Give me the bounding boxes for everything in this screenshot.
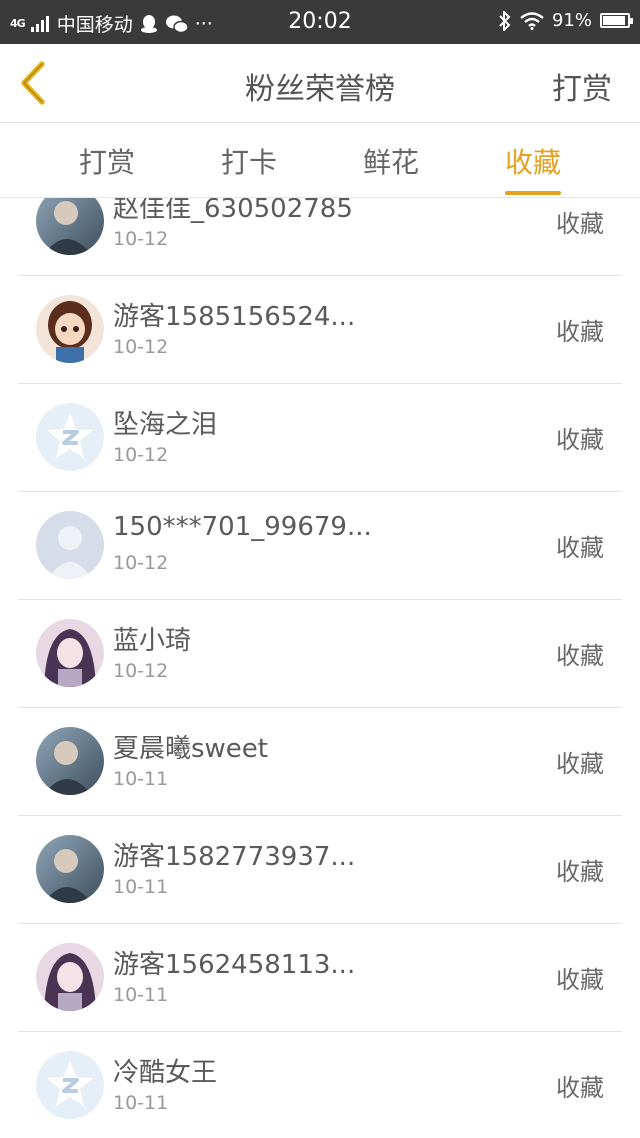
status-bar: 4G 中国移动 ··· 20:02 91% <box>0 0 640 44</box>
avatar[interactable] <box>36 511 104 579</box>
date-label: 10-12 <box>113 228 169 250</box>
action-label: 收藏 <box>556 1074 604 1102</box>
user-name: 冷酷女王 <box>113 1058 218 1088</box>
date-label: 10-11 <box>113 1092 169 1114</box>
avatar[interactable] <box>36 403 104 471</box>
tab-label: 收藏 <box>505 146 562 179</box>
date-label: 10-11 <box>113 984 169 1006</box>
navigation-header: 粉丝荣誉榜 打赏 <box>0 44 640 123</box>
date-label: 10-11 <box>113 876 169 898</box>
chevron-left-icon <box>21 61 45 105</box>
list-item[interactable]: 赵佳佳_630502785 10-12 收藏 <box>18 198 622 276</box>
user-name: 蓝小琦 <box>113 626 192 656</box>
date-label: 10-12 <box>113 336 169 358</box>
avatar[interactable] <box>36 198 104 255</box>
fan-list[interactable]: 赵佳佳_630502785 10-12 收藏 游客1585156524... 10-12… <box>0 198 640 1138</box>
user-name: 赵佳佳_630502785 <box>113 198 353 224</box>
tab-checkin[interactable]: 打卡 <box>221 141 277 181</box>
tab-reward[interactable]: 打赏 <box>79 141 135 181</box>
list-item[interactable]: 夏晨曦sweet 10-11 收藏 <box>18 708 622 816</box>
user-name: 游客1585156524... <box>113 302 356 332</box>
avatar[interactable] <box>36 1051 104 1119</box>
list-item[interactable]: 游客1562458113... 10-11 收藏 <box>18 924 622 1032</box>
user-name: 夏晨曦sweet <box>113 734 268 764</box>
tab-label: 打赏 <box>79 146 136 179</box>
active-tab-indicator <box>505 191 562 195</box>
list-item[interactable]: 游客1585156524... 10-12 收藏 <box>18 276 622 384</box>
list-item[interactable]: 坠海之泪 10-12 收藏 <box>18 384 622 492</box>
avatar[interactable] <box>36 727 104 795</box>
fan-list-content: 赵佳佳_630502785 10-12 收藏 游客1585156524... 10-12… <box>0 198 640 1138</box>
battery-icon <box>600 13 633 28</box>
tab-bar: 打赏 打卡 鲜花 收藏 <box>0 123 640 198</box>
action-label: 收藏 <box>556 750 604 778</box>
battery-level <box>603 16 625 25</box>
wifi-icon <box>520 11 544 30</box>
action-label: 收藏 <box>556 642 604 670</box>
bluetooth-icon <box>499 10 511 31</box>
user-name: 游客1562458113... <box>113 950 356 980</box>
tab-flowers[interactable]: 鲜花 <box>363 141 419 181</box>
action-label: 收藏 <box>556 318 604 346</box>
avatar[interactable] <box>36 295 104 363</box>
tab-label: 打卡 <box>221 146 278 179</box>
date-label: 10-11 <box>113 768 169 790</box>
tab-favorites[interactable]: 收藏 <box>505 141 562 195</box>
list-item[interactable]: 150***701_99679... 10-12 收藏 <box>18 492 622 600</box>
action-label: 收藏 <box>556 858 604 886</box>
list-item[interactable]: 蓝小琦 10-12 收藏 <box>18 600 622 708</box>
date-label: 10-12 <box>113 444 169 466</box>
tab-label: 鲜花 <box>363 146 420 179</box>
list-item[interactable]: 冷酷女王 10-11 收藏 <box>18 1032 622 1138</box>
avatar[interactable] <box>36 835 104 903</box>
action-label: 收藏 <box>556 534 604 562</box>
avatar[interactable] <box>36 619 104 687</box>
user-name: 150***701_99679... <box>113 512 372 542</box>
avatar[interactable] <box>36 943 104 1011</box>
action-label: 收藏 <box>556 426 604 454</box>
battery-percent: 91% <box>551 10 592 31</box>
list-item[interactable]: 游客1582773937... 10-11 收藏 <box>18 816 622 924</box>
date-label: 10-12 <box>113 552 169 574</box>
user-name: 游客1582773937... <box>113 842 356 872</box>
date-label: 10-12 <box>113 660 169 682</box>
page-title: 粉丝荣誉榜 <box>245 72 395 107</box>
status-right: 91% <box>498 10 633 31</box>
action-label: 收藏 <box>556 966 604 994</box>
reward-button[interactable]: 打赏 <box>552 64 612 108</box>
back-button[interactable] <box>14 60 58 106</box>
action-label: 收藏 <box>556 210 604 238</box>
user-name: 坠海之泪 <box>113 410 218 440</box>
